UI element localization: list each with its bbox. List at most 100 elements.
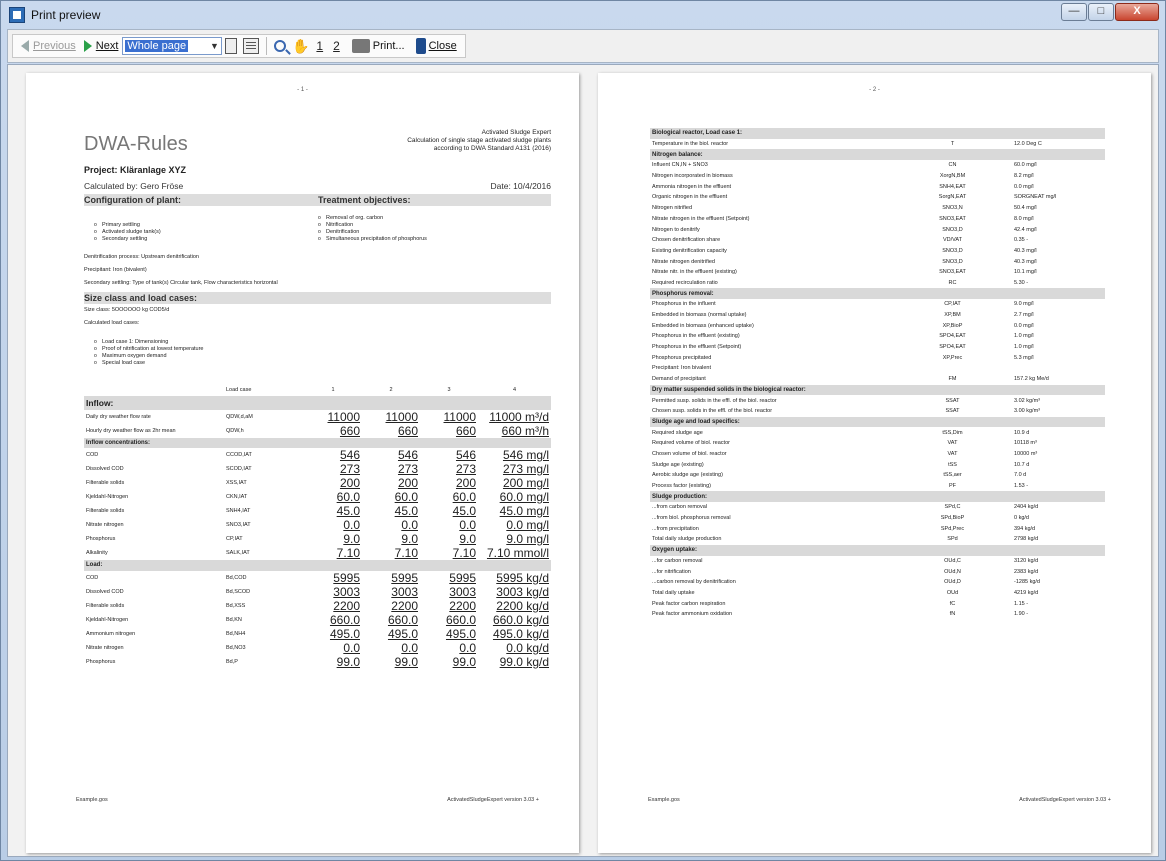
maximize-button[interactable]: □ [1088, 3, 1114, 21]
page-2[interactable]: - 2 - Biological reactor, Load case 1: Te… [598, 73, 1151, 853]
table-cell: Chosen volume of biol. reactor [652, 450, 727, 457]
table-cell: Hourly dry weather flow as 2hr mean [86, 427, 176, 434]
table-cell: Phosphorus precipitated [652, 354, 712, 361]
section-title: Phosphorus removal: [650, 288, 1105, 299]
table-row: Temperature in the biol. reactor T 12.0 De… [650, 139, 1105, 150]
table-cell: Peak factor carbon respiration [652, 600, 726, 607]
print-preview-window: Print preview — □ X Previous Next Whole … [0, 0, 1166, 861]
table-cell: tSS,Dim [942, 429, 963, 436]
page-1[interactable]: - 1 - Activated Sludge Expert Calculatio… [26, 73, 579, 853]
table-cell: XP,Prec [942, 354, 963, 361]
table-cell: 10.9 d [1014, 429, 1030, 436]
table-row: Phosphorus in the effluent (existing) SPO… [650, 331, 1105, 342]
table-cell: SorgN,EAT [938, 194, 967, 201]
table-cell: 11000 [385, 409, 418, 424]
chevron-down-icon[interactable]: ▼ [207, 41, 221, 51]
title-bar[interactable]: Print preview — □ X [1, 1, 1165, 29]
table-cell: 99.0 [336, 654, 360, 669]
secondary-text: Secondary settling: Type of tank(s) Circ… [84, 280, 278, 286]
table-cell: Total daily uptake [652, 589, 695, 596]
table-cell [84, 385, 224, 396]
table-cell: 45.0 [452, 504, 476, 518]
table-cell: 660 [455, 423, 476, 438]
table-cell: CP,IAT [944, 301, 961, 308]
table-cell: COD [86, 452, 99, 458]
page-2-button[interactable]: 2 [333, 39, 340, 53]
table-cell: SPO4,EAT [939, 344, 966, 351]
table-row: Dissolved COD Bd,SCOD 3003 3003 3003 3003 kg/… [84, 585, 551, 599]
table-row: Organic nitrogen in the effluent SorgN,EA… [650, 192, 1105, 203]
table-row: ...for carbon removal OUd,C 3120 kg/d [650, 556, 1105, 567]
preview-area[interactable]: - 1 - Activated Sludge Expert Calculatio… [7, 64, 1159, 857]
table-cell: Precipitant: Iron bivalent [652, 365, 712, 372]
header-line: according to DWA Standard A131 (2016) [433, 145, 551, 152]
table-cell: 200 mg/l [502, 476, 549, 490]
inflow-table: Load case 1 2 3 4 Inflow: Daily dry weather fl… [84, 385, 551, 669]
table-cell: 5995 [333, 570, 360, 585]
minimize-button[interactable]: — [1061, 3, 1087, 21]
table-cell: 9.0 [401, 532, 418, 546]
page-1-button[interactable]: 1 [316, 39, 323, 53]
table-cell: Chosen susp. solids in the effl. of the … [652, 408, 773, 415]
table-cell: Temperature in the biol. reactor [652, 141, 729, 148]
close-window-button[interactable]: X [1115, 3, 1159, 21]
table-cell: SPd,C [944, 504, 961, 511]
multi-page-icon[interactable] [243, 38, 260, 54]
table-cell: Filterable solids [86, 602, 125, 609]
table-cell: SPd,BioP [940, 515, 965, 522]
table-cell: COD [86, 574, 99, 581]
table-cell: 2.7 mg/l [1014, 312, 1034, 319]
table-cell: tSS [948, 461, 957, 468]
table-cell: 10.1 mg/l [1014, 269, 1037, 276]
table-cell: Phosphorus [86, 658, 116, 665]
table-row: Required volume of biol. reactor VAT 10118… [650, 438, 1105, 449]
brand-title: DWA-Rules [84, 133, 188, 155]
table-cell: XSS,IAT [226, 480, 247, 486]
table-row: Phosphorus in the influent CP,IAT 9.0 mg/l [650, 299, 1105, 310]
table-cell: 1.15 - [1014, 600, 1029, 607]
table-cell: Phosphorus in the effluent (Setpoint) [652, 344, 742, 351]
table-cell: 660.0 kg/d [492, 612, 549, 627]
next-button[interactable]: Next [80, 36, 123, 56]
table-cell: 2200 [333, 598, 360, 613]
table-row: Nitrate nitr. in the effluent (existing)… [650, 267, 1105, 278]
table-cell: VAT [947, 440, 958, 447]
close-label: Close [428, 40, 457, 52]
table-cell: 0 kg/d [1014, 515, 1029, 522]
single-page-icon[interactable] [225, 38, 238, 54]
page-footer: Example.gos ActivatedSludgeExpert versio… [648, 797, 1111, 803]
previous-button[interactable]: Previous [17, 36, 80, 56]
section-title: Sludge age and load specifics: [650, 416, 1105, 428]
table-row: Nitrogen to denitrify SNO3,D 42.4 mg/l [650, 224, 1105, 235]
section-row: Load: [84, 560, 551, 571]
print-button[interactable]: Print... [345, 36, 409, 56]
table-cell: VAT [947, 450, 958, 457]
table-cell: Required volume of biol. reactor [652, 440, 730, 447]
table-cell: 495.0 [445, 626, 476, 641]
table-cell: 8.0 mg/l [1014, 215, 1034, 222]
table-cell: 8.2 mg/l [1014, 173, 1034, 180]
next-label: Next [95, 40, 119, 52]
zoom-select[interactable]: Whole page ▼ [122, 37, 223, 55]
table-cell: 7.10 [336, 546, 360, 560]
table-cell: -1285 kg/d [1014, 579, 1040, 586]
table-cell: 660.0 [445, 612, 476, 627]
table-cell: 60.0 [452, 490, 476, 504]
table-cell: Bd,NO3 [226, 644, 246, 651]
table-row: Chosen volume of biol. reactor VAT 10000 m… [650, 449, 1105, 460]
hand-icon[interactable]: ✋ [292, 38, 309, 54]
table-cell: 0.0 [343, 518, 360, 532]
table-cell: 5995 [391, 570, 418, 585]
section-row: Dry matter suspended solids in the biolo… [650, 384, 1105, 396]
table-cell: 9.0 mg/l [1014, 301, 1034, 308]
table-cell: 4 [512, 387, 517, 394]
close-button[interactable]: Close [409, 36, 461, 56]
table-cell: 10.7 d [1014, 461, 1030, 468]
table-cell: 546 mg/l [502, 448, 549, 462]
table-cell: ...carbon removal by denitrification [652, 579, 736, 586]
list-item: Proof of nitrification at lowest tempera… [92, 346, 204, 353]
section-row: Sludge age and load specifics: [650, 416, 1105, 428]
zoom-icon[interactable] [274, 40, 287, 52]
table-cell: SNO3,EAT [939, 269, 966, 276]
section-title: Oxygen uptake: [650, 544, 1105, 556]
